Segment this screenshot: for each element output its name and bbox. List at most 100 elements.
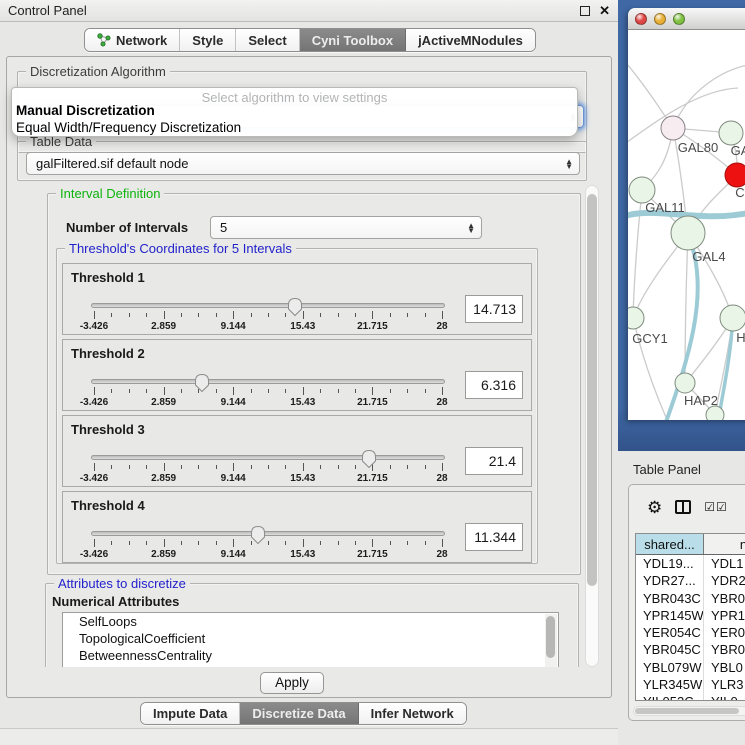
- slider-tick: [233, 311, 234, 319]
- network-window-titlebar[interactable]: [628, 8, 745, 30]
- gear-icon[interactable]: ⚙: [647, 499, 662, 516]
- scrollbar-thumb[interactable]: [587, 194, 597, 586]
- network-canvas-svg: GAL80GACGAL11GAL4GCY1HHAP2: [628, 30, 745, 420]
- algorithm-option-manual[interactable]: Manual Discretization: [16, 103, 573, 119]
- slider-track[interactable]: [91, 379, 445, 384]
- bottom-tabbar: Impute Data Discretize Data Infer Networ…: [0, 702, 618, 728]
- column-header-shared-name[interactable]: shared...: [636, 534, 704, 554]
- threshold-slider[interactable]: -3.4262.8599.14415.4321.71528: [91, 525, 445, 561]
- table-cell: YIL052C: [636, 693, 704, 701]
- float-window-icon[interactable]: [580, 6, 590, 16]
- discretization-algorithm-group-title: Discretization Algorithm: [26, 64, 170, 79]
- network-edge-thick[interactable]: [718, 330, 732, 420]
- attributes-scrollbar[interactable]: [545, 614, 557, 667]
- checkboxes-icon[interactable]: ☑☑: [704, 500, 728, 514]
- column-header-name[interactable]: n: [704, 534, 745, 554]
- network-node[interactable]: [661, 116, 685, 140]
- minimize-traffic-light-icon[interactable]: [654, 13, 666, 25]
- close-icon[interactable]: ✕: [599, 6, 610, 16]
- slider-tick: [129, 465, 130, 469]
- slider-track[interactable]: [91, 455, 445, 460]
- numerical-attributes-list[interactable]: SelfLoopsTopologicalCoefficientBetweenne…: [62, 612, 559, 667]
- network-node[interactable]: [675, 373, 695, 393]
- network-node[interactable]: [628, 307, 644, 329]
- tab-impute-data[interactable]: Impute Data: [141, 703, 240, 724]
- threshold-value-field[interactable]: 14.713: [465, 295, 523, 323]
- table-row[interactable]: YBR043CYBR0: [636, 590, 745, 607]
- apply-button[interactable]: Apply: [260, 672, 324, 694]
- slider-tick: [442, 539, 443, 547]
- panel-title: Control Panel: [8, 3, 87, 18]
- network-edge[interactable]: [633, 190, 642, 318]
- slider-tick: [181, 465, 182, 469]
- slider-thumb[interactable]: [361, 449, 377, 469]
- table-horizontal-scrollbar[interactable]: [633, 706, 745, 716]
- network-canvas[interactable]: GAL80GACGAL11GAL4GCY1HHAP2: [628, 30, 745, 420]
- attribute-item[interactable]: SelfLoops: [63, 613, 558, 630]
- slider-tick: [285, 313, 286, 317]
- slider-tick: [233, 463, 234, 471]
- table-row[interactable]: YDL19...YDL1: [636, 555, 745, 572]
- network-node-label: C: [735, 185, 744, 200]
- scrollbar-thumb[interactable]: [546, 616, 555, 658]
- slider-thumb[interactable]: [194, 373, 210, 393]
- network-node[interactable]: [719, 121, 743, 145]
- table-row[interactable]: YDR27...YDR2: [636, 572, 745, 589]
- slider-thumb[interactable]: [287, 297, 303, 317]
- table-row[interactable]: YIL052CYIL0: [636, 693, 745, 701]
- slider-tick: [303, 539, 304, 547]
- threshold-slider[interactable]: -3.4262.8599.14415.4321.71528: [91, 297, 445, 333]
- tab-style[interactable]: Style: [180, 29, 236, 51]
- tab-discretize-data[interactable]: Discretize Data: [240, 703, 358, 724]
- tab-jactivemnodules[interactable]: jActiveMNodules: [406, 29, 535, 51]
- zoom-traffic-light-icon[interactable]: [673, 13, 685, 25]
- number-of-intervals-combobox[interactable]: 5 ▲▼: [210, 216, 482, 239]
- settings-vertical-scrollbar[interactable]: [585, 185, 599, 667]
- table-row[interactable]: YBR045CYBR0: [636, 641, 745, 658]
- table-row[interactable]: YPR145WYPR1: [636, 607, 745, 624]
- table-row[interactable]: YBL079WYBL0: [636, 659, 745, 676]
- slider-tick-label: -3.426: [80, 321, 108, 332]
- table-row[interactable]: YLR345WYLR3: [636, 676, 745, 693]
- network-node[interactable]: [725, 163, 745, 187]
- scrollbar-thumb[interactable]: [635, 708, 739, 714]
- threshold-value-field[interactable]: 11.344: [465, 523, 523, 551]
- attribute-item[interactable]: TopologicalCoefficient: [63, 630, 558, 647]
- network-node-label: GAL11: [645, 200, 685, 215]
- slider-thumb[interactable]: [250, 525, 266, 545]
- close-traffic-light-icon[interactable]: [635, 13, 647, 25]
- table-cell: YIL0: [704, 693, 745, 701]
- table-data-combobox[interactable]: galFiltered.sif default node ▲▼: [26, 152, 580, 175]
- tab-cyni-toolbox[interactable]: Cyni Toolbox: [300, 29, 406, 51]
- network-view-window[interactable]: GAL80GACGAL11GAL4GCY1HHAP2: [628, 8, 745, 420]
- tab-infer-network[interactable]: Infer Network: [359, 703, 466, 724]
- threshold-value-field[interactable]: 6.316: [465, 371, 523, 399]
- attribute-item[interactable]: BetweennessCentrality: [63, 647, 558, 664]
- slider-tick-label: 2.859: [151, 549, 176, 560]
- slider-tick-labels: -3.4262.8599.14415.4321.71528: [94, 473, 442, 485]
- tab-select[interactable]: Select: [236, 29, 299, 51]
- network-node-label: GAL4: [692, 249, 725, 264]
- interval-definition-group: Interval Definition Number of Intervals …: [47, 193, 581, 575]
- tab-network[interactable]: Network: [85, 29, 180, 51]
- threshold-slider[interactable]: -3.4262.8599.14415.4321.71528: [91, 449, 445, 485]
- slider-tick-label: 15.43: [290, 473, 315, 484]
- slider-track[interactable]: [91, 531, 445, 536]
- slider-tick: [164, 463, 165, 471]
- network-node[interactable]: [706, 406, 724, 420]
- table-row[interactable]: YER054CYER0: [636, 624, 745, 641]
- table-cell: YBR0: [704, 641, 745, 658]
- network-node[interactable]: [720, 305, 745, 331]
- algorithm-option-equal-width[interactable]: Equal Width/Frequency Discretization: [16, 120, 573, 136]
- network-node[interactable]: [671, 216, 705, 250]
- tab-cyni-toolbox-label: Cyni Toolbox: [312, 33, 393, 48]
- tab-discretize-data-label: Discretize Data: [252, 706, 345, 721]
- threshold-slider[interactable]: -3.4262.8599.14415.4321.71528: [91, 373, 445, 409]
- threshold-value-field[interactable]: 21.4: [465, 447, 523, 475]
- table-header-row: shared... n: [636, 534, 745, 555]
- split-view-icon[interactable]: [675, 500, 691, 514]
- slider-track[interactable]: [91, 303, 445, 308]
- slider-tick: [338, 541, 339, 545]
- slider-tick: [233, 387, 234, 395]
- network-edge[interactable]: [673, 65, 745, 128]
